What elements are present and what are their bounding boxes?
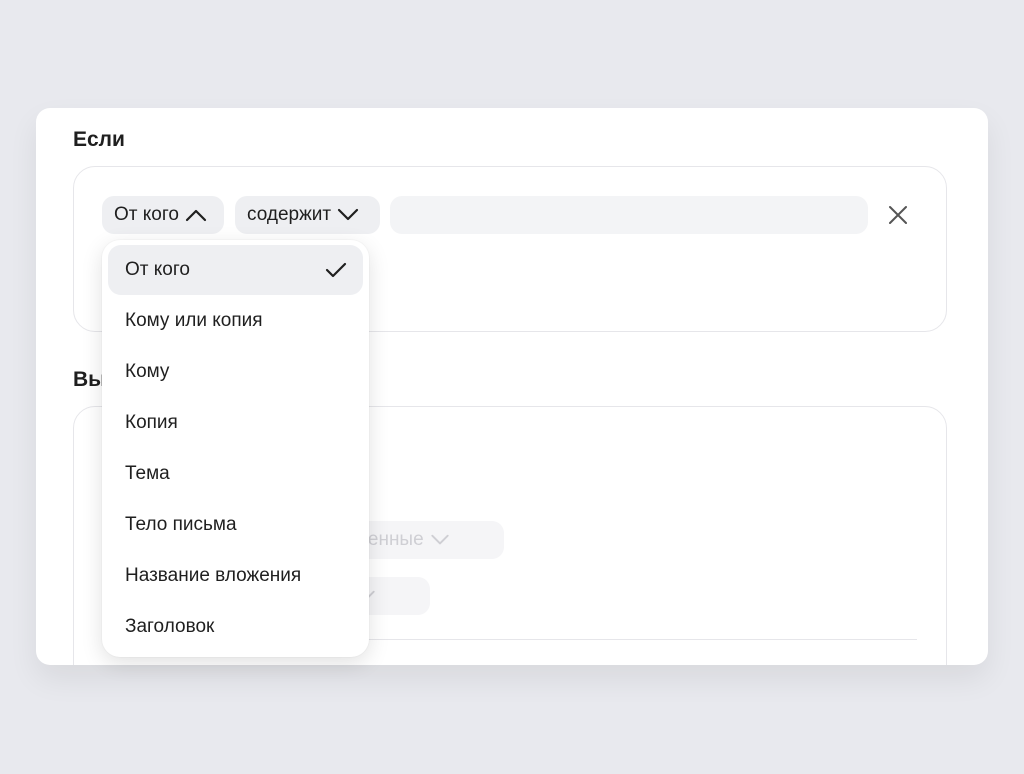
check-icon (325, 262, 347, 278)
dropdown-item-label: Заголовок (125, 615, 215, 637)
dropdown-item-label: Копия (125, 411, 178, 433)
chevron-down-icon (338, 208, 359, 221)
condition-value-input[interactable] (390, 196, 868, 234)
dropdown-item-to-or-cc[interactable]: Кому или копия (108, 295, 363, 346)
dropdown-item-label: От кого (125, 259, 190, 280)
dropdown-item-label: Кому (125, 360, 170, 382)
if-section-title: Если (73, 128, 125, 151)
chevron-up-icon (185, 209, 207, 222)
close-icon (889, 206, 907, 224)
field-select-label: От кого (114, 204, 179, 225)
operator-select-button[interactable]: содержит (235, 196, 380, 234)
dropdown-item-body[interactable]: Тело письма (108, 499, 363, 550)
dropdown-item-subject[interactable]: Тема (108, 448, 363, 499)
dropdown-item-header[interactable]: Заголовок (108, 601, 363, 652)
dropdown-item-label: Тело письма (125, 513, 237, 535)
field-dropdown-menu: От кого Кому или копия Кому Копия Тема Т… (102, 240, 369, 657)
dropdown-item-cc[interactable]: Копия (108, 397, 363, 448)
dropdown-item-attachment-name[interactable]: Название вложения (108, 550, 363, 601)
field-select-button[interactable]: От кого (102, 196, 224, 234)
dropdown-item-to[interactable]: Кому (108, 346, 363, 397)
dropdown-item-from[interactable]: От кого (108, 245, 363, 295)
dropdown-item-label: Название вложения (125, 564, 302, 586)
dropdown-item-label: Кому или копия (125, 309, 263, 331)
operator-select-label: содержит (247, 204, 332, 225)
remove-condition-button[interactable] (886, 203, 910, 227)
dropdown-item-label: Тема (125, 462, 170, 484)
chevron-down-icon (430, 534, 449, 545)
